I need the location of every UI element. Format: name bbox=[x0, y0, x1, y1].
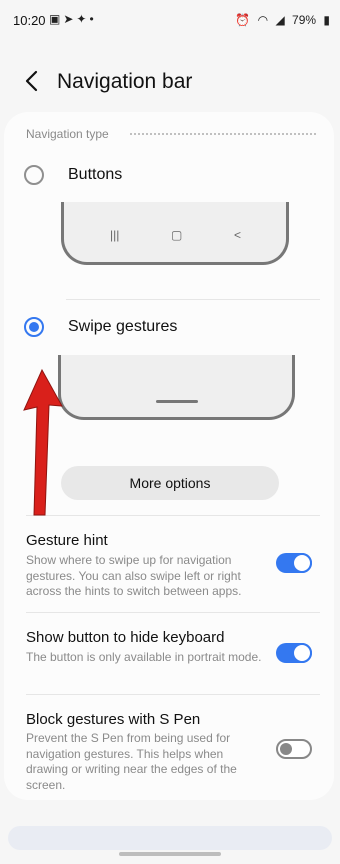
wifi-icon: ◠ bbox=[257, 13, 269, 27]
block-gestures-s-pen-description: Prevent the S Pen from being used for na… bbox=[26, 731, 237, 792]
gesture-hint-toggle[interactable] bbox=[276, 553, 312, 573]
hide-keyboard-button-title[interactable]: Show button to hide keyboard bbox=[26, 629, 224, 646]
home-icon: ▢ bbox=[171, 228, 183, 242]
bottom-search-pill bbox=[8, 826, 332, 850]
recents-icon: ||| bbox=[110, 228, 120, 242]
red-annotation-arrow bbox=[23, 368, 63, 516]
option-buttons-label[interactable]: Buttons bbox=[68, 166, 122, 184]
hide-keyboard-button-toggle[interactable] bbox=[276, 643, 312, 663]
gesture-bar-icon bbox=[155, 400, 198, 403]
status-right: ⏰ ◠ ◢ 79% ▮ bbox=[231, 13, 330, 27]
block-gestures-s-pen-toggle[interactable] bbox=[276, 739, 312, 759]
toggle-knob bbox=[292, 643, 312, 663]
status-time: 10:20 bbox=[13, 13, 46, 28]
battery-icon: ▮ bbox=[323, 13, 330, 27]
hide-keyboard-button-description: The button is only available in portrait… bbox=[26, 650, 262, 664]
block-gestures-s-pen-title[interactable]: Block gestures with S Pen bbox=[26, 711, 200, 728]
gesture-hint-title[interactable]: Gesture hint bbox=[26, 532, 108, 549]
settings-divider bbox=[26, 694, 320, 695]
back-arrow-icon[interactable] bbox=[20, 68, 46, 94]
option-swipe-gestures-label[interactable]: Swipe gestures bbox=[68, 318, 177, 336]
swipe-gestures-preview[interactable] bbox=[58, 355, 295, 420]
option-divider bbox=[66, 299, 320, 300]
toggle-knob bbox=[280, 743, 292, 755]
twitter-icon: ✦ bbox=[76, 12, 90, 26]
signal-icon: ◢ bbox=[275, 13, 285, 27]
section-header-navigation-type: Navigation type bbox=[26, 127, 109, 141]
page-title: Navigation bar bbox=[57, 70, 193, 93]
section-divider bbox=[130, 133, 316, 135]
toggle-knob bbox=[292, 553, 312, 573]
back-icon: < bbox=[234, 228, 242, 242]
buttons-radio[interactable] bbox=[24, 165, 44, 185]
gallery-icon: ▣ bbox=[49, 12, 64, 26]
alarm-icon: ⏰ bbox=[235, 13, 251, 27]
notification-icons: ▣➤✦• bbox=[49, 12, 97, 26]
status-bar: 10:20 ▣➤✦• ⏰ ◠ ◢ 79% ▮ bbox=[0, 0, 340, 42]
home-indicator[interactable] bbox=[119, 852, 221, 856]
more-options-button[interactable]: More options bbox=[61, 466, 279, 500]
gesture-hint-description: Show where to swipe up for navigation ge… bbox=[26, 553, 242, 598]
telegram-icon: ➤ bbox=[63, 12, 77, 26]
swipe-gestures-radio[interactable] bbox=[24, 317, 44, 337]
battery-label: 79% bbox=[292, 13, 317, 27]
more-dot-icon: • bbox=[89, 12, 97, 26]
settings-divider bbox=[26, 612, 320, 613]
buttons-preview[interactable]: ||| ▢ < bbox=[61, 202, 289, 265]
settings-divider bbox=[26, 515, 320, 516]
